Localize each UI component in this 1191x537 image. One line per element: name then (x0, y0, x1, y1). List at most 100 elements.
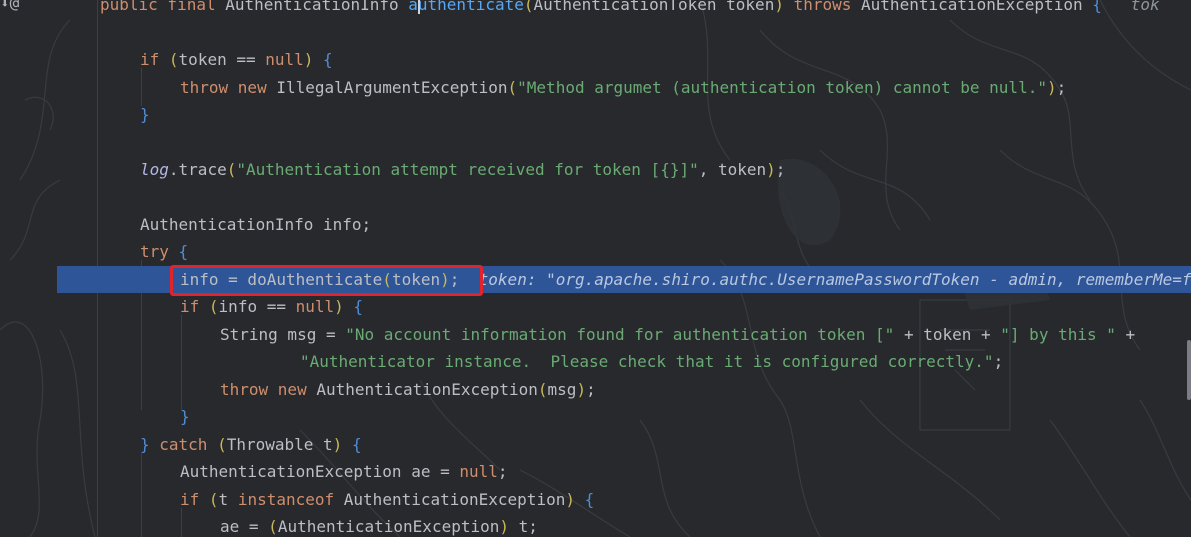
code-text: } (180, 403, 190, 430)
code-line-throw-illegal-argument[interactable]: throw new IllegalArgumentException("Meth… (0, 74, 1191, 101)
code-token: ( (168, 50, 179, 69)
code-token: ; (497, 462, 508, 481)
code-text: throw new IllegalArgumentException("Meth… (180, 74, 1066, 101)
code-token: throw new (180, 78, 277, 97)
code-token: ) (576, 380, 587, 399)
code-editor[interactable]: ⬇@ public final AuthenticationInfo authe… (0, 0, 1191, 537)
code-token: { (584, 490, 595, 509)
code-token: } (140, 105, 150, 124)
code-token: ) (332, 435, 352, 454)
code-token: AuthenticationException (861, 0, 1093, 14)
code-token: t; (518, 517, 538, 536)
code-line-method-signature[interactable]: public final AuthenticationInfo authenti… (0, 0, 1191, 18)
code-line-if-info-null[interactable]: if (info == null) { (0, 293, 1191, 320)
code-token: if (180, 490, 209, 509)
code-token: "Method argumet (authentication token) c… (517, 78, 1047, 97)
code-token: { (351, 435, 362, 454)
code-token: "Authentication attempt received for tok… (236, 160, 699, 179)
code-token: if (140, 50, 169, 69)
code-text: if (token == null) { (140, 46, 333, 73)
debugger-inline-value-hint[interactable]: token: "org.apache.shiro.authc.UsernameP… (459, 270, 1191, 289)
code-token: { (1092, 0, 1102, 14)
code-token: ) (334, 297, 354, 316)
code-token: AuthenticationInfo (225, 0, 409, 14)
code-token: null (265, 50, 304, 69)
code-token: } (180, 407, 190, 426)
code-text: try { (140, 238, 188, 265)
code-token: ) (499, 517, 519, 536)
code-token: ( (217, 435, 227, 454)
code-token: log (140, 160, 169, 179)
code-text: AuthenticationException ae = null; (180, 458, 508, 485)
code-token: { (323, 50, 333, 69)
code-line-log-trace[interactable]: log.trace("Authentication attempt receiv… (0, 156, 1191, 183)
code-line-string-msg[interactable]: String msg = "No account information fou… (0, 321, 1191, 348)
code-token: t (218, 490, 238, 509)
code-token: AuthenticationException (343, 490, 566, 509)
code-text: String msg = "No account information fou… (220, 321, 1145, 348)
code-text: throw new AuthenticationException(msg); (220, 376, 596, 403)
code-token: ; (993, 352, 1004, 371)
code-token: msg (547, 380, 577, 399)
code-token: AuthenticationException (316, 380, 538, 399)
code-token: ( (268, 517, 278, 536)
code-token: ( (208, 490, 219, 509)
code-token: AuthenticationException ae = (180, 462, 460, 481)
text-caret (418, 0, 420, 14)
code-text: AuthenticationInfo info; (140, 211, 371, 238)
code-token: try (140, 242, 179, 261)
code-token: token == (178, 50, 266, 69)
code-token: ( (226, 160, 237, 179)
code-token: authenticate (408, 0, 524, 14)
code-token: String msg = (220, 325, 346, 344)
code-line-catch-throwable[interactable]: } catch (Throwable t) { (0, 431, 1191, 458)
code-line-close-if-token[interactable]: } (0, 101, 1191, 128)
code-token: info == (218, 297, 296, 316)
code-token: throws (793, 0, 862, 14)
code-token: { (353, 297, 364, 316)
code-token: ; (586, 380, 596, 399)
code-text: ae = (AuthenticationException) t; (220, 513, 538, 537)
vertical-scrollbar-thumb[interactable] (1187, 340, 1191, 400)
code-token: null (295, 297, 335, 316)
code-line-ae-cast[interactable]: ae = (AuthenticationException) t; (0, 513, 1191, 537)
code-token: AuthenticationToken token (533, 0, 775, 14)
code-token: ( (523, 0, 534, 14)
code-token: catch (159, 435, 218, 454)
code-text: if (t instanceof AuthenticationException… (180, 486, 594, 513)
code-token: "] by this " (1000, 325, 1116, 344)
code-token: ) (766, 160, 776, 179)
code-token: ) (774, 0, 794, 14)
code-text: log.trace("Authentication attempt receiv… (140, 156, 785, 183)
code-token: ( (507, 78, 518, 97)
code-token: ) (565, 490, 585, 509)
code-token: AuthenticationInfo info; (140, 215, 372, 234)
code-token: ; (775, 160, 786, 179)
code-line-try-open[interactable]: try { (0, 238, 1191, 265)
code-text: } (140, 101, 150, 128)
code-text: public final AuthenticationInfo authenti… (100, 0, 1160, 18)
code-token: tok (1101, 0, 1160, 14)
code-token: Throwable t (226, 435, 333, 454)
code-line-declare-info[interactable]: AuthenticationInfo info; (0, 211, 1191, 238)
code-line-close-if-info[interactable]: } (0, 403, 1191, 430)
code-line-string-msg-cont[interactable]: "Authenticator instance. Please check th… (0, 348, 1191, 375)
code-line-throw-auth-exception[interactable]: throw new AuthenticationException(msg); (0, 376, 1191, 403)
code-line-declare-ae[interactable]: AuthenticationException ae = null; (0, 458, 1191, 485)
code-token: , token (698, 160, 767, 179)
code-token: ) (303, 50, 324, 69)
code-token: AuthenticationException (277, 517, 500, 536)
code-token: .trace (168, 160, 227, 179)
code-line-if-token-null[interactable]: if (token == null) { (0, 46, 1191, 73)
code-token: } (140, 435, 160, 454)
code-token: instanceof (237, 490, 344, 509)
code-token: ( (208, 297, 219, 316)
code-token: + token + (894, 325, 1001, 344)
code-token: "No account information found for authen… (345, 325, 895, 344)
code-token: ) (1046, 78, 1057, 97)
code-token: ; (1056, 78, 1067, 97)
code-token: IllegalArgumentException (276, 78, 508, 97)
code-token: throw new (220, 380, 317, 399)
code-line-if-instanceof[interactable]: if (t instanceof AuthenticationException… (0, 486, 1191, 513)
code-text: if (info == null) { (180, 293, 363, 320)
